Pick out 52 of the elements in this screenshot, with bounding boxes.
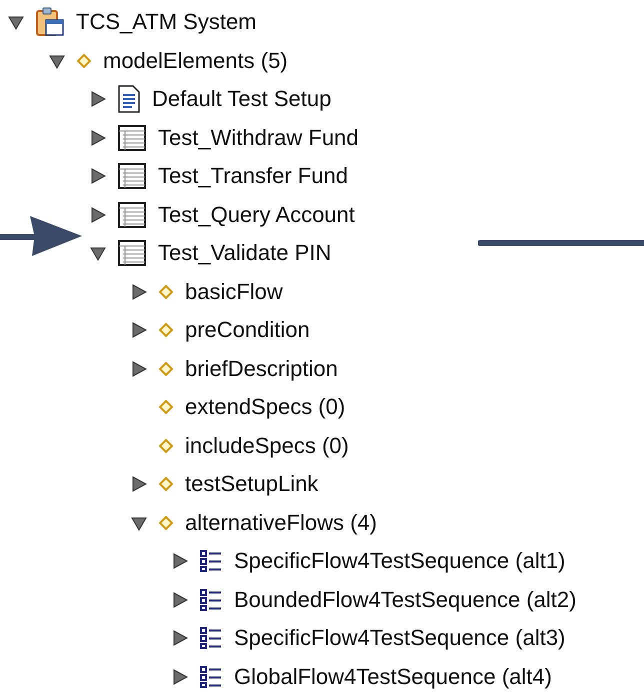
collapsed-triangle-icon[interactable] (131, 476, 147, 492)
tree-item-label[interactable]: GlobalFlow4TestSequence (alt4) (234, 666, 552, 688)
tree-item-label[interactable]: alternativeFlows (4) (185, 512, 377, 534)
collapsed-triangle-icon[interactable] (90, 206, 106, 223)
tree-item-label[interactable]: Test_Withdraw Fund (158, 126, 359, 149)
collapsed-triangle-icon[interactable] (131, 322, 147, 338)
collapsed-triangle-icon[interactable] (172, 592, 188, 608)
diamond-icon (159, 438, 173, 453)
table-icon (118, 163, 146, 190)
tree-item-label[interactable]: basicFlow (185, 280, 283, 303)
list-icon (200, 666, 222, 688)
diamond-icon (159, 400, 173, 414)
expanded-triangle-icon[interactable] (131, 514, 147, 531)
table-icon (118, 202, 146, 228)
diamond-icon (159, 323, 173, 338)
diamond-icon (77, 54, 91, 68)
tree-item-label[interactable]: briefDescription (185, 358, 338, 380)
collapsed-triangle-icon[interactable] (90, 91, 106, 108)
expanded-triangle-icon[interactable] (8, 14, 24, 30)
tree-item-label[interactable]: modelElements (5) (103, 50, 288, 72)
tree-item-label[interactable]: BoundedFlow4TestSequence (alt2) (234, 588, 576, 611)
list-icon (200, 550, 222, 572)
tree-item-label[interactable]: preCondition (185, 319, 310, 342)
table-icon (118, 240, 146, 266)
document-icon (118, 85, 140, 114)
diamond-icon (159, 362, 173, 376)
tree-item-label[interactable]: includeSpecs (0) (185, 434, 349, 457)
collapsed-triangle-icon[interactable] (90, 130, 106, 146)
tree-item-label[interactable]: extendSpecs (0) (185, 396, 346, 418)
collapsed-triangle-icon[interactable] (90, 168, 106, 184)
collapsed-triangle-icon[interactable] (131, 360, 147, 377)
clipboard-window-icon (36, 7, 64, 38)
tree-item-label[interactable]: SpecificFlow4TestSequence (alt3) (234, 627, 566, 650)
list-icon (200, 588, 222, 611)
tree-item-label[interactable]: TCS_ATM System (76, 11, 257, 34)
collapsed-triangle-icon[interactable] (172, 553, 188, 570)
expanded-triangle-icon[interactable] (90, 245, 106, 262)
tree-item-label[interactable]: testSetupLink (185, 473, 318, 496)
collapsed-triangle-icon[interactable] (131, 284, 147, 300)
tree-item-label[interactable]: Test_Query Account (158, 204, 355, 226)
tree-item-label[interactable]: Default Test Setup (152, 88, 332, 110)
expanded-triangle-icon[interactable] (49, 52, 65, 69)
collapsed-triangle-icon[interactable] (172, 668, 188, 685)
list-icon (200, 627, 222, 650)
tree-item-label[interactable]: Test_Validate PIN (158, 242, 332, 264)
table-icon (118, 124, 146, 151)
diamond-icon (159, 516, 173, 530)
tree-item-label[interactable]: SpecificFlow4TestSequence (alt1) (234, 550, 566, 572)
tree-item-label[interactable]: Test_Transfer Fund (158, 165, 348, 188)
diamond-icon (159, 284, 173, 299)
diamond-icon (159, 477, 173, 492)
collapsed-triangle-icon[interactable] (172, 630, 188, 646)
